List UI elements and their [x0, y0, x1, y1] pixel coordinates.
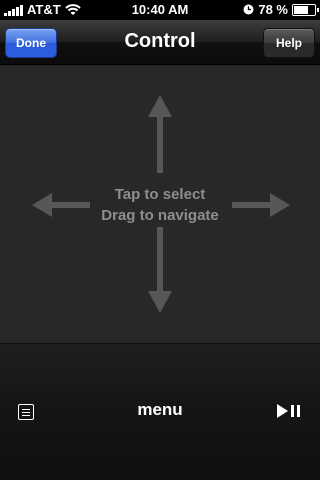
help-button[interactable]: Help — [263, 28, 315, 58]
battery-icon — [292, 3, 319, 16]
touchpad-area[interactable]: Tap to select Drag to navigate — [0, 65, 320, 343]
navigation-bar: Done Control Help — [0, 20, 320, 65]
battery-fill — [294, 5, 309, 14]
battery-percent: 78 % — [258, 2, 288, 17]
touchpad-hint: Tap to select Drag to navigate — [0, 184, 320, 226]
play-pause-icon[interactable] — [276, 403, 302, 419]
menu-button[interactable]: menu — [0, 400, 320, 420]
hint-drag-to-navigate: Drag to navigate — [101, 207, 219, 224]
status-bar: AT&T 10:40 AM 78 % — [0, 0, 320, 20]
hint-tap-to-select: Tap to select — [114, 186, 206, 203]
alarm-clock-icon — [243, 4, 254, 15]
status-right: 78 % — [243, 2, 319, 17]
toolbar: menu — [0, 394, 320, 430]
bottom-panel: menu — [0, 344, 320, 480]
